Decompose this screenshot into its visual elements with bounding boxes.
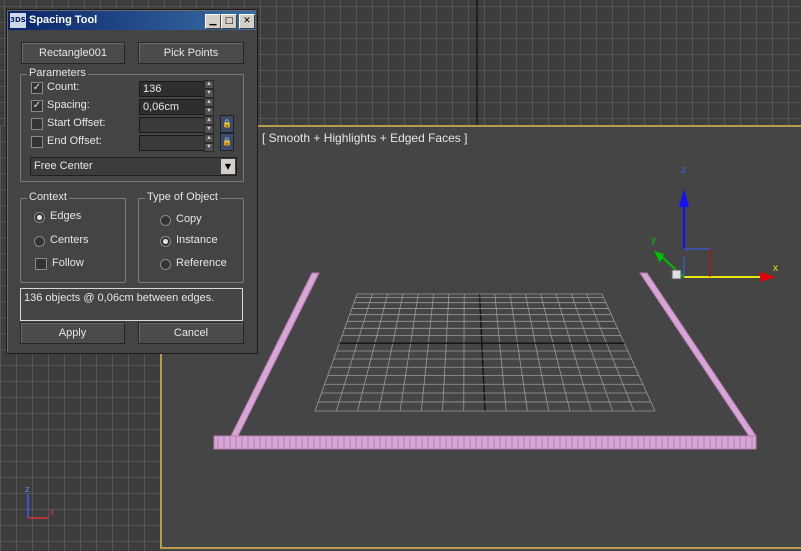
instance-radio[interactable]: [160, 236, 171, 247]
count-field[interactable]: 136: [139, 81, 206, 97]
grid-line: [378, 293, 404, 412]
close-button[interactable]: ✕: [239, 14, 255, 29]
minimize-button[interactable]: ▁: [205, 14, 221, 29]
reference-label[interactable]: Reference: [176, 257, 227, 269]
context-legend: Context: [27, 191, 69, 203]
spaced-objects-right-edge: [639, 272, 757, 437]
start-offset-field[interactable]: [139, 117, 206, 133]
spacing-tool-dialog: 3DS Spacing Tool ▁ □ ✕ Rectangle001 Pick…: [6, 9, 258, 354]
tripod-z-label: z: [25, 484, 30, 494]
context-centers-radio[interactable]: [34, 236, 45, 247]
gizmo-z-arrow: [679, 189, 689, 207]
home-grid: [314, 293, 656, 412]
parameters-legend: Parameters: [27, 67, 88, 79]
spacing-spinner[interactable]: ▲ ▼: [204, 98, 214, 116]
copy-label[interactable]: Copy: [176, 213, 202, 225]
copy-radio[interactable]: [160, 215, 171, 226]
transform-gizmo: z x y: [651, 165, 778, 282]
end-offset-label: End Offset:: [47, 135, 102, 147]
type-of-object-legend: Type of Object: [145, 191, 220, 203]
grid-line: [420, 293, 434, 412]
gizmo-z-label: z: [681, 165, 686, 176]
app-icon: 3DS: [10, 13, 26, 28]
distribution-value: Free Center: [34, 160, 93, 172]
grid-line: [335, 293, 373, 412]
tripod-x-label: x: [50, 507, 55, 517]
grid-line: [478, 293, 486, 412]
grid-line: [570, 293, 613, 412]
grid-line: [442, 293, 450, 412]
spacing-field[interactable]: 0,06cm: [139, 99, 206, 115]
gizmo-y-arrow: [654, 251, 664, 263]
count-spinner[interactable]: ▲ ▼: [204, 80, 214, 98]
gizmo-y-label: y: [651, 235, 656, 246]
pick-path-button[interactable]: Rectangle001: [21, 42, 125, 64]
spacing-label: Spacing:: [47, 99, 90, 111]
status-text: 136 objects @ 0,06cm between edges.: [20, 288, 243, 321]
grid-line: [494, 293, 507, 412]
maximize-button[interactable]: □: [221, 14, 237, 29]
grid-axis-line: [476, 0, 478, 125]
chevron-down-icon[interactable]: ▼: [221, 159, 235, 174]
context-edges-label[interactable]: Edges: [50, 210, 81, 222]
grid-line: [314, 293, 358, 412]
start-offset-spinner[interactable]: ▲ ▼: [204, 116, 214, 134]
start-offset-checkbox[interactable]: [31, 118, 43, 130]
spacing-checkbox[interactable]: ✓: [31, 100, 43, 112]
count-checkbox[interactable]: ✓: [31, 82, 43, 94]
gizmo-x-label: x: [773, 263, 778, 274]
start-offset-label: Start Offset:: [47, 117, 106, 129]
end-offset-spinner[interactable]: ▲ ▼: [204, 134, 214, 152]
follow-checkbox[interactable]: [35, 258, 47, 270]
start-offset-lock-icon[interactable]: 🔒: [220, 115, 234, 133]
grid-line: [509, 293, 528, 412]
context-edges-radio[interactable]: [34, 212, 45, 223]
cancel-button[interactable]: Cancel: [138, 322, 244, 344]
distribution-dropdown[interactable]: Free Center ▼: [30, 157, 237, 176]
apply-button[interactable]: Apply: [20, 322, 125, 344]
spaced-objects-front-edge: [213, 435, 757, 450]
context-centers-label[interactable]: Centers: [50, 234, 89, 246]
grid-line: [555, 293, 592, 412]
pick-points-button[interactable]: Pick Points: [138, 42, 244, 64]
instance-label[interactable]: Instance: [176, 234, 218, 246]
count-label: Count:: [47, 81, 80, 93]
end-offset-field[interactable]: [139, 135, 206, 151]
dialog-title: Spacing Tool: [29, 14, 98, 26]
grid-line: [357, 293, 389, 412]
gizmo-pivot: [671, 269, 682, 280]
reference-radio[interactable]: [160, 259, 171, 270]
end-offset-lock-icon[interactable]: 🔒: [220, 133, 234, 151]
follow-label[interactable]: Follow: [52, 257, 84, 269]
end-offset-checkbox[interactable]: [31, 136, 43, 148]
dialog-titlebar[interactable]: 3DS Spacing Tool ▁ □ ✕: [8, 11, 256, 30]
grid-line: [399, 293, 419, 412]
